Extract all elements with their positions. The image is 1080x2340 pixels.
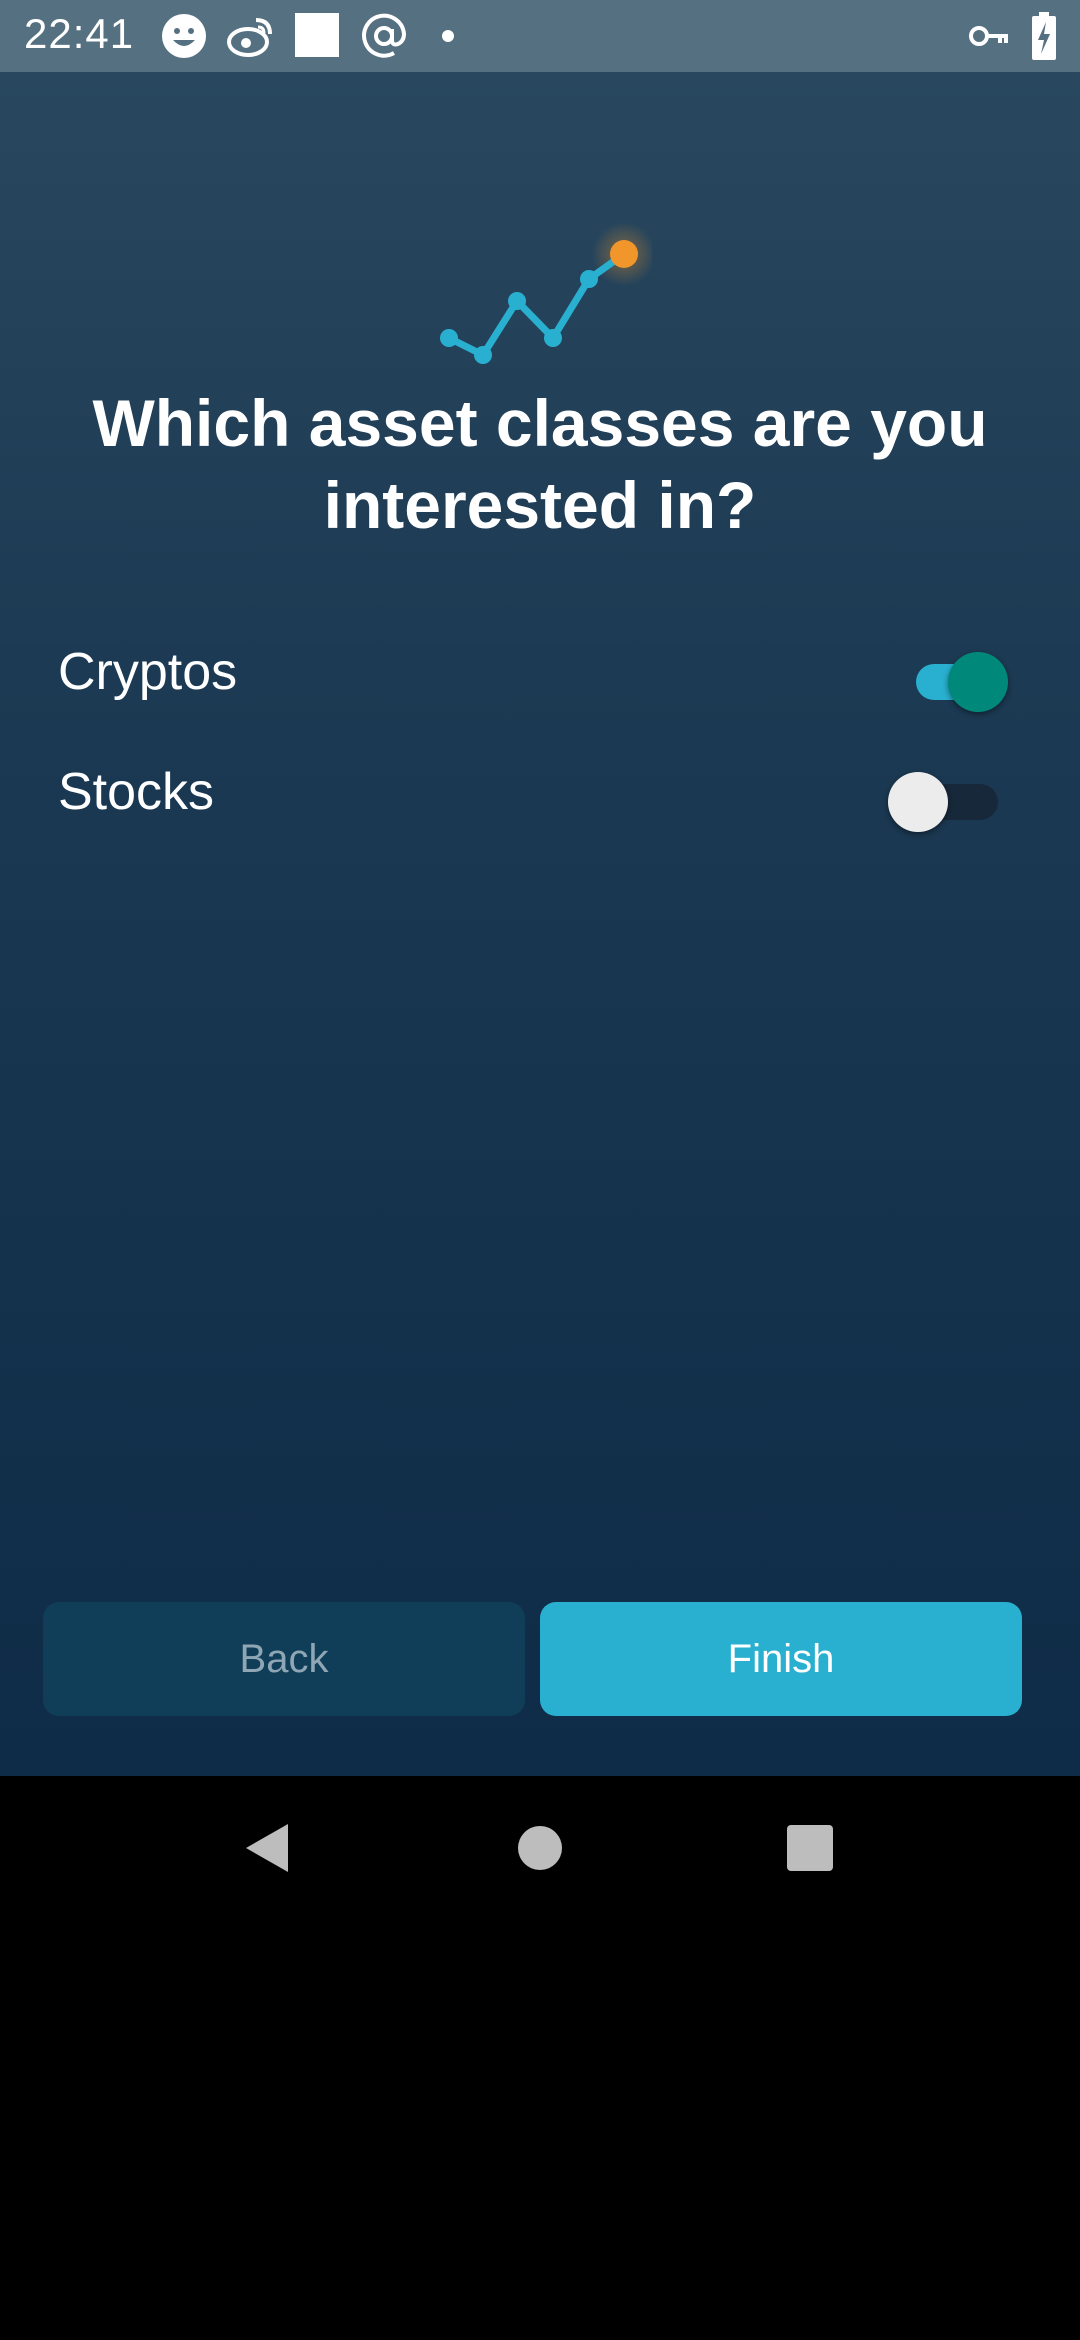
navigation-bar	[0, 1776, 1080, 1920]
back-triangle-icon[interactable]	[240, 1820, 296, 1876]
weibo-icon	[227, 18, 272, 57]
option-label-stocks: Stocks	[58, 763, 215, 821]
device-screen: 22:41 Which asset classes are you intere…	[0, 0, 1080, 2340]
battery-charging-icon	[1032, 12, 1056, 60]
status-time: 22:41	[24, 10, 135, 57]
chart-trend-logo-icon	[440, 222, 652, 364]
at-icon	[362, 13, 407, 58]
smiley-icon	[162, 14, 206, 58]
option-row-stocks[interactable]: Stocks	[58, 750, 1018, 840]
option-row-cryptos[interactable]: Cryptos	[58, 630, 1018, 720]
toggle-thumb	[888, 772, 948, 832]
finish-button[interactable]: Finish	[540, 1602, 1022, 1716]
onboarding-screen: Which asset classes are you interested i…	[0, 72, 1080, 1776]
square-icon	[295, 13, 339, 57]
page-title: Which asset classes are you interested i…	[92, 386, 988, 542]
dot-icon	[442, 30, 454, 42]
toggle-thumb	[948, 652, 1008, 712]
key-icon	[969, 26, 1008, 46]
recents-square-icon[interactable]	[786, 1820, 834, 1876]
home-circle-icon[interactable]	[516, 1820, 564, 1876]
status-bar: 22:41	[0, 0, 1080, 72]
back-button[interactable]: Back	[43, 1602, 525, 1716]
cryptos-toggle[interactable]	[908, 648, 1018, 712]
option-label-cryptos: Cryptos	[58, 643, 238, 701]
stocks-toggle[interactable]	[888, 768, 1018, 832]
